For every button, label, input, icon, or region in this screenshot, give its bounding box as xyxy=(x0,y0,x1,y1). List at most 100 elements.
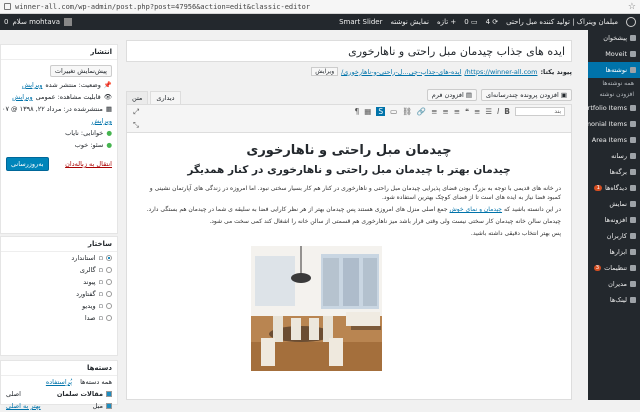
format-options: ▫ استاندارد ▫ گالری ▫ پیوند ▫ گفتاورد ▫ ویدیو ▫ صدا xyxy=(1,252,117,324)
sidebar-item[interactable]: همه نوشته‌ها xyxy=(588,78,640,89)
category-primary[interactable]: بهتر به اصلی xyxy=(6,402,41,410)
avatar[interactable] xyxy=(64,18,73,26)
tab-popular-categories[interactable]: پُراستفاده xyxy=(46,378,72,386)
browser-url[interactable]: winner-all.com/wp-admin/post.php?post=47… xyxy=(15,3,310,11)
sidebar-item[interactable]: Moveit xyxy=(588,46,640,62)
category-list: مقالات سلمان اصلی مبل بهتر به اصلی xyxy=(1,388,117,412)
tab-visual[interactable]: دیداری xyxy=(150,91,181,105)
sidebar-item[interactable]: لینک‌ها xyxy=(588,292,640,308)
tab-all-categories[interactable]: همه دسته‌ها xyxy=(80,378,112,386)
format-option[interactable]: ▫ گفتاورد xyxy=(1,288,117,300)
sidebar-item[interactable]: رسانه xyxy=(588,148,640,164)
menu-icon xyxy=(630,121,636,127)
updates-icon[interactable]: ⟳ 4 xyxy=(486,18,499,26)
format-radio[interactable] xyxy=(106,315,112,321)
content-inline-link[interactable]: چیدمان و نمای خوش xyxy=(449,206,502,213)
sidebar-item[interactable]: نوشته‌ها xyxy=(588,62,640,78)
dining-room-image[interactable] xyxy=(251,246,382,371)
format-radio[interactable] xyxy=(106,267,112,273)
fullscreen-icon[interactable]: ⤢ xyxy=(133,107,139,117)
category-item[interactable]: مقالات سلمان اصلی xyxy=(1,388,117,400)
paragraph-icon[interactable]: ¶ xyxy=(354,107,359,116)
format-icon: ▫ xyxy=(98,278,103,286)
sidebar-item[interactable]: پیشخوان xyxy=(588,30,640,46)
categories-box: دسته‌ها همه دسته‌ها پُراستفاده مقالات سلم… xyxy=(0,360,118,410)
more-tag-icon[interactable]: ▭ xyxy=(390,107,397,116)
notification-count[interactable]: 0 xyxy=(4,18,8,26)
permalink-base[interactable]: https://winner-all.com/ xyxy=(464,68,537,76)
paragraph-format-select[interactable]: بند xyxy=(515,107,565,116)
format-option-label: گفتاورد xyxy=(76,290,96,298)
new-content-button[interactable]: + تازه xyxy=(437,18,456,26)
sidebar-item[interactable]: کاربران xyxy=(588,228,640,244)
sidebar-item-label: لینک‌ها xyxy=(609,296,627,304)
format-option-label: صدا xyxy=(84,314,96,322)
sidebar-item[interactable]: Area Items xyxy=(588,132,640,148)
sidebar-item[interactable]: مدیران xyxy=(588,276,640,292)
move-to-trash-link[interactable]: انتقال به زباله‌دان xyxy=(65,160,112,168)
sidebar-item[interactable]: دیدگاه‌ها 1 xyxy=(588,180,640,196)
numbered-list-icon[interactable]: ≡ xyxy=(474,107,480,116)
account-greeting[interactable]: سلام mohtava xyxy=(12,18,60,26)
sidebar-item[interactable]: Testimonial Items xyxy=(588,116,640,132)
date-edit-link[interactable]: ویرایش xyxy=(92,117,112,125)
sidebar-item[interactable]: ابزارها xyxy=(588,244,640,260)
post-title-input[interactable]: ایده های جذاب چیدمان مبل راحتی و ناهارخو… xyxy=(126,40,572,62)
format-option-label: پیوند xyxy=(83,278,96,286)
browser-address-bar: winner-all.com/wp-admin/post.php?post=47… xyxy=(0,0,640,14)
menu-icon xyxy=(630,153,636,159)
bold-icon[interactable]: B xyxy=(504,107,510,116)
permalink-slug[interactable]: ایده-های-جذاب-چی...ل-راحتی-و-ناهارخوری/ xyxy=(341,68,461,76)
format-radio[interactable] xyxy=(106,255,112,261)
sidebar-item[interactable]: تنظیمات 3 xyxy=(588,260,640,276)
category-checkbox[interactable] xyxy=(106,391,112,397)
category-checkbox[interactable] xyxy=(106,403,112,409)
link-icon[interactable]: 🔗 xyxy=(417,107,426,116)
update-button[interactable]: به‌روزرسانی xyxy=(6,157,49,171)
eye-icon: 👁 xyxy=(103,93,112,101)
permalink-edit-button[interactable]: ویرایش xyxy=(311,67,339,76)
format-radio[interactable] xyxy=(106,303,112,309)
format-option[interactable]: ▫ ویدیو xyxy=(1,300,117,312)
wordpress-logo-icon[interactable] xyxy=(626,17,636,27)
align-center-icon[interactable]: ≡ xyxy=(442,107,448,116)
unlink-icon[interactable]: ⛓ xyxy=(402,107,412,116)
format-icon: ▫ xyxy=(98,302,103,310)
italic-icon[interactable]: I xyxy=(497,107,499,116)
format-option[interactable]: ▫ صدا xyxy=(1,312,117,324)
view-post-link[interactable]: نمایش نوشته xyxy=(390,18,429,26)
add-form-button[interactable]: ▤ افزودن فرم xyxy=(426,89,478,101)
sidebar-item[interactable]: Portfolio Items xyxy=(588,100,640,116)
format-option[interactable]: ▫ پیوند xyxy=(1,276,117,288)
sidebar-item[interactable]: افزودن نوشته xyxy=(588,89,640,100)
yoast-icon[interactable]: S xyxy=(376,107,386,116)
sidebar-item[interactable]: نمایش xyxy=(588,196,640,212)
bullet-list-icon[interactable]: ☰ xyxy=(485,107,492,116)
sidebar-item[interactable]: برگه‌ها xyxy=(588,164,640,180)
tab-text[interactable]: متن xyxy=(126,91,149,105)
sidebar-item[interactable]: افزونه‌ها xyxy=(588,212,640,228)
add-form-label: افزودن فرم xyxy=(431,91,464,99)
format-option[interactable]: ▫ استاندارد xyxy=(1,252,117,264)
comments-icon[interactable]: ▭ 0 xyxy=(464,18,477,26)
category-item[interactable]: مبل بهتر به اصلی xyxy=(1,400,117,412)
format-option[interactable]: ▫ گالری xyxy=(1,264,117,276)
align-left-icon[interactable]: ≡ xyxy=(431,107,437,116)
format-radio[interactable] xyxy=(106,279,112,285)
editor-content[interactable]: چیدمان مبل راحتی و ناهارخوری چیدمان بهتر… xyxy=(126,132,572,400)
format-radio[interactable] xyxy=(106,291,112,297)
preview-changes-button[interactable]: پیش‌نمایش تغییرات xyxy=(49,65,112,77)
star-icon[interactable]: ☆ xyxy=(628,2,636,12)
calendar-icon: ▦ xyxy=(105,105,112,113)
add-media-button[interactable]: ▣ افزودن پرونده چندرسانه‌ای xyxy=(481,89,572,101)
align-right-icon[interactable]: ≡ xyxy=(454,107,460,116)
admin-site-name[interactable]: مبلمان وینراک | تولید کننده مبل راحتی xyxy=(506,18,618,26)
smart-slider-link[interactable]: Smart Slider xyxy=(339,18,382,26)
expand-icon[interactable]: ⤡ xyxy=(133,120,139,130)
visibility-edit-link[interactable]: ویرایش xyxy=(12,93,32,101)
status-edit-link[interactable]: ویرایش xyxy=(22,81,42,89)
sidebar-item-label: Testimonial Items xyxy=(588,120,627,128)
toolbar-toggle-icon[interactable]: ▦ xyxy=(364,107,371,116)
form-icon: ▤ xyxy=(463,91,473,99)
blockquote-icon[interactable]: ❝ xyxy=(465,107,469,116)
